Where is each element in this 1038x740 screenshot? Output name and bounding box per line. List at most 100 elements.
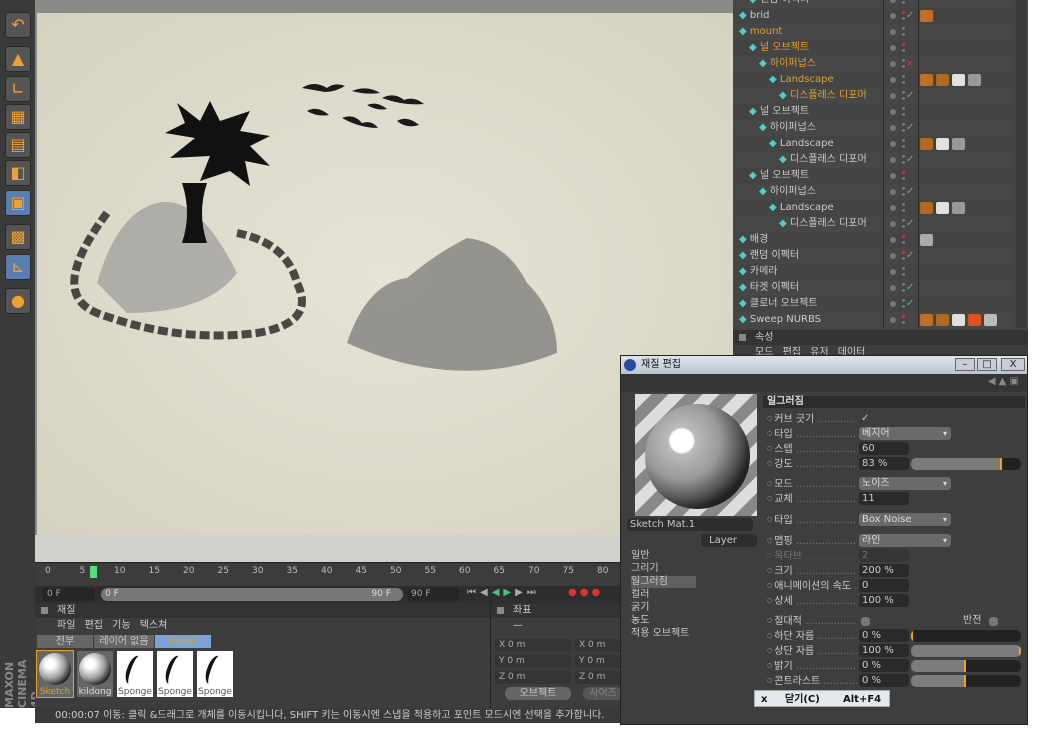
visibility-controls[interactable] [883, 136, 919, 152]
visibility-controls[interactable]: ✓ [883, 296, 919, 312]
material-thumbnail[interactable]: Sponge [197, 651, 233, 697]
object-row[interactable]: ◆ mount [733, 24, 1013, 40]
param-dropdown[interactable]: 노이즈 [859, 477, 951, 491]
visibility-controls[interactable]: ✓ [883, 216, 919, 232]
param-slider[interactable] [911, 630, 1021, 642]
coord-field[interactable]: Y 0 m [495, 655, 571, 668]
record-buttons[interactable]: ●●● [568, 587, 603, 598]
object-row[interactable]: ◆ 하이퍼넙스 ✓ [733, 184, 1013, 200]
material-editor-titlebar[interactable]: 재질 편집 – □ X [621, 356, 1027, 374]
object-row[interactable]: ◆ 클로너 오브젝트 ✓ [733, 296, 1013, 312]
material-nav-item[interactable]: 컬러 [631, 589, 696, 601]
param-slider[interactable] [911, 458, 1021, 470]
object-row[interactable]: ◆ 배경 [733, 232, 1013, 248]
tag-icon[interactable] [952, 74, 965, 86]
visibility-controls[interactable] [883, 104, 919, 120]
param-slider[interactable] [911, 645, 1021, 657]
undo-icon[interactable]: ↶ [5, 12, 31, 38]
playhead[interactable] [90, 566, 98, 578]
param-value-field[interactable]: 2 [859, 549, 909, 562]
object-row[interactable]: ◆ 하이퍼넙스 ✓ [733, 120, 1013, 136]
visibility-controls[interactable]: ✓ [883, 120, 919, 136]
polygons-mode-icon[interactable]: ◧ [5, 160, 31, 186]
tag-icon[interactable] [952, 202, 965, 214]
param-value-field[interactable]: 11 [859, 492, 909, 505]
material-nav-item[interactable]: 굵기 [631, 602, 696, 614]
tag-icon[interactable] [936, 202, 949, 214]
edges-mode-icon[interactable]: ▤ [5, 132, 31, 158]
texture-mode-icon[interactable]: ▩ [5, 224, 31, 250]
param-value-field[interactable]: 0 % [859, 629, 909, 642]
object-row[interactable]: ◆ 널 오브젝트 [733, 168, 1013, 184]
tag-icon[interactable] [920, 314, 933, 326]
material-nav-item[interactable]: 일그러짐 [631, 576, 696, 588]
material-nav-item[interactable]: 그리기 [631, 563, 696, 575]
tag-icon[interactable] [920, 74, 933, 86]
param-slider[interactable] [911, 660, 1021, 672]
visibility-controls[interactable] [883, 72, 919, 88]
visibility-controls[interactable] [883, 24, 919, 40]
visibility-controls[interactable]: × [883, 56, 919, 72]
points-mode-icon[interactable]: ▦ [5, 104, 31, 130]
visibility-controls[interactable] [883, 232, 919, 248]
tag-icon[interactable] [920, 138, 933, 150]
tag-icon[interactable] [936, 314, 949, 326]
close-button[interactable]: X [1001, 358, 1025, 371]
param-value-field[interactable]: 60 [859, 442, 909, 455]
end-frame-field[interactable]: 90 F [407, 588, 459, 601]
material-thumbnail[interactable]: Sketch [36, 650, 74, 698]
visibility-controls[interactable]: ✓ [883, 88, 919, 104]
minimize-button[interactable]: – [955, 358, 975, 371]
start-frame-field[interactable]: 0 F [43, 588, 95, 601]
object-row[interactable]: ◆ 디스플레스 디포머 ✓ [733, 216, 1013, 232]
material-thumbnail[interactable]: Sponge [157, 651, 193, 697]
visibility-controls[interactable]: ✓ [883, 184, 919, 200]
object-row[interactable]: ◆ 디스플레스 디포머 ✓ [733, 152, 1013, 168]
filter-all[interactable]: 전부 [37, 635, 93, 648]
object-manager-scrollbar[interactable] [1016, 0, 1026, 328]
param-value-field[interactable]: 83 % [859, 457, 909, 470]
object-row[interactable]: ◆ 널 오브젝트 [733, 104, 1013, 120]
tag-icon[interactable] [920, 234, 933, 246]
coord-field[interactable]: Z 0 m [495, 671, 571, 684]
param-value-field[interactable]: 0 [859, 579, 909, 592]
filter-paper[interactable]: Paper [155, 635, 211, 648]
layer-button[interactable]: Layer [701, 534, 757, 547]
param-dropdown[interactable]: 베지어 [859, 427, 951, 441]
object-row[interactable]: ◆ Landscape [733, 200, 1013, 216]
tag-icon[interactable] [952, 314, 965, 326]
visibility-controls[interactable]: ✓ [883, 280, 919, 296]
context-menu-close[interactable]: x 닫기(C) Alt+F4 [754, 690, 890, 707]
material-thumbnail[interactable]: kildong [77, 651, 113, 697]
material-menu[interactable]: 파일 편집 기능 텍스쳐 [35, 618, 490, 633]
param-slider[interactable] [911, 675, 1021, 687]
object-row[interactable]: ◆ 랜덤 이펙터 [733, 0, 1013, 8]
visibility-controls[interactable] [883, 0, 919, 8]
object-row[interactable]: ◆ 타겟 이펙터 ✓ [733, 280, 1013, 296]
object-row[interactable]: ◆ 카메라 [733, 264, 1013, 280]
object-row[interactable]: ◆ 널 오브젝트 [733, 40, 1013, 56]
tag-icon[interactable] [984, 314, 997, 326]
param-value-field[interactable]: 100 % [859, 594, 909, 607]
param-value-field[interactable]: 100 % [859, 644, 909, 657]
material-thumbnail[interactable]: Sponge [117, 651, 153, 697]
param-value-field[interactable]: 0 % [859, 659, 909, 672]
material-nav-item[interactable]: 농도 [631, 615, 696, 627]
param-value-field[interactable]: 200 % [859, 564, 909, 577]
filter-no-layer[interactable]: 레이어 없음 [94, 635, 154, 648]
tag-icon[interactable] [968, 314, 981, 326]
coord-size-dropdown[interactable]: 사이즈 [583, 687, 623, 700]
visibility-controls[interactable] [883, 40, 919, 56]
param-dropdown[interactable]: 라인 [859, 534, 951, 548]
move-tool-icon[interactable]: ▲ [5, 46, 31, 72]
object-row[interactable]: ◆ 디스플레스 디포머 ✓ [733, 88, 1013, 104]
lock-icon[interactable]: ◀ ▲ ▣ [988, 376, 1019, 387]
object-row[interactable]: ◆ 하이퍼넙스 × [733, 56, 1013, 72]
transport-controls[interactable]: ⏮◀◀▶▶⏭ [467, 587, 540, 598]
sculpt-icon[interactable]: ● [5, 288, 31, 314]
object-row[interactable]: ◆ Landscape [733, 136, 1013, 152]
tag-icon[interactable] [952, 138, 965, 150]
param-dropdown[interactable]: Box Noise [859, 513, 951, 527]
coord-mode-dropdown[interactable]: 오브젝트 [505, 687, 571, 700]
invert-toggle[interactable] [989, 617, 998, 626]
